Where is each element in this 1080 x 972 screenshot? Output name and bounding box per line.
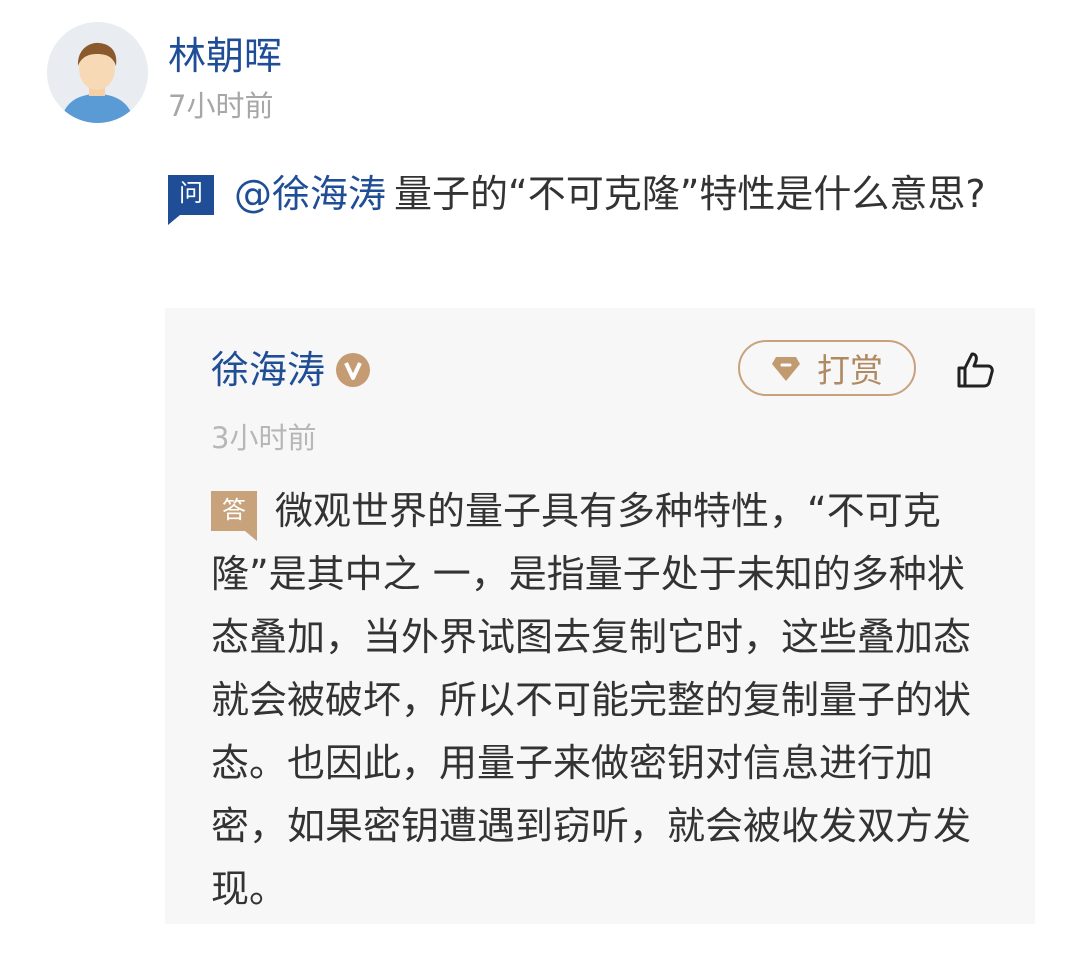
v-badge-icon <box>336 353 371 387</box>
answer-card: 徐海涛 打赏 3小时前 答微观世界的量子具有多种特性，“不可克隆”是其中之 一，… <box>165 308 1035 924</box>
reward-button[interactable]: 打赏 <box>738 340 916 396</box>
answer-body: 答微观世界的量子具有多种特性，“不可克隆”是其中之 一，是指量子处于未知的多种状… <box>211 480 1001 921</box>
user-avatar-icon <box>47 22 148 123</box>
answer-text: 微观世界的量子具有多种特性，“不可克隆”是其中之 一，是指量子处于未知的多种状态… <box>211 489 972 911</box>
question-badge: 问 <box>168 175 214 225</box>
reward-label: 打赏 <box>817 351 883 390</box>
answerer-name[interactable]: 徐海涛 <box>211 346 325 394</box>
post-timestamp: 7小时前 <box>168 89 274 123</box>
answer-badge: 答 <box>211 491 257 541</box>
answer-timestamp: 3小时前 <box>211 421 317 455</box>
gem-icon <box>772 357 800 381</box>
answerer-header: 徐海涛 <box>211 346 371 394</box>
question-text-block: 问 @徐海涛 量子的“不可克隆”特性是什么意思? <box>168 160 1008 228</box>
thumbs-up-icon[interactable] <box>953 348 997 392</box>
avatar[interactable] <box>47 22 148 123</box>
mention-link[interactable]: @徐海涛 <box>234 172 386 216</box>
post-author-name[interactable]: 林朝晖 <box>168 32 282 80</box>
question-text: 量子的“不可克隆”特性是什么意思? <box>394 172 986 216</box>
